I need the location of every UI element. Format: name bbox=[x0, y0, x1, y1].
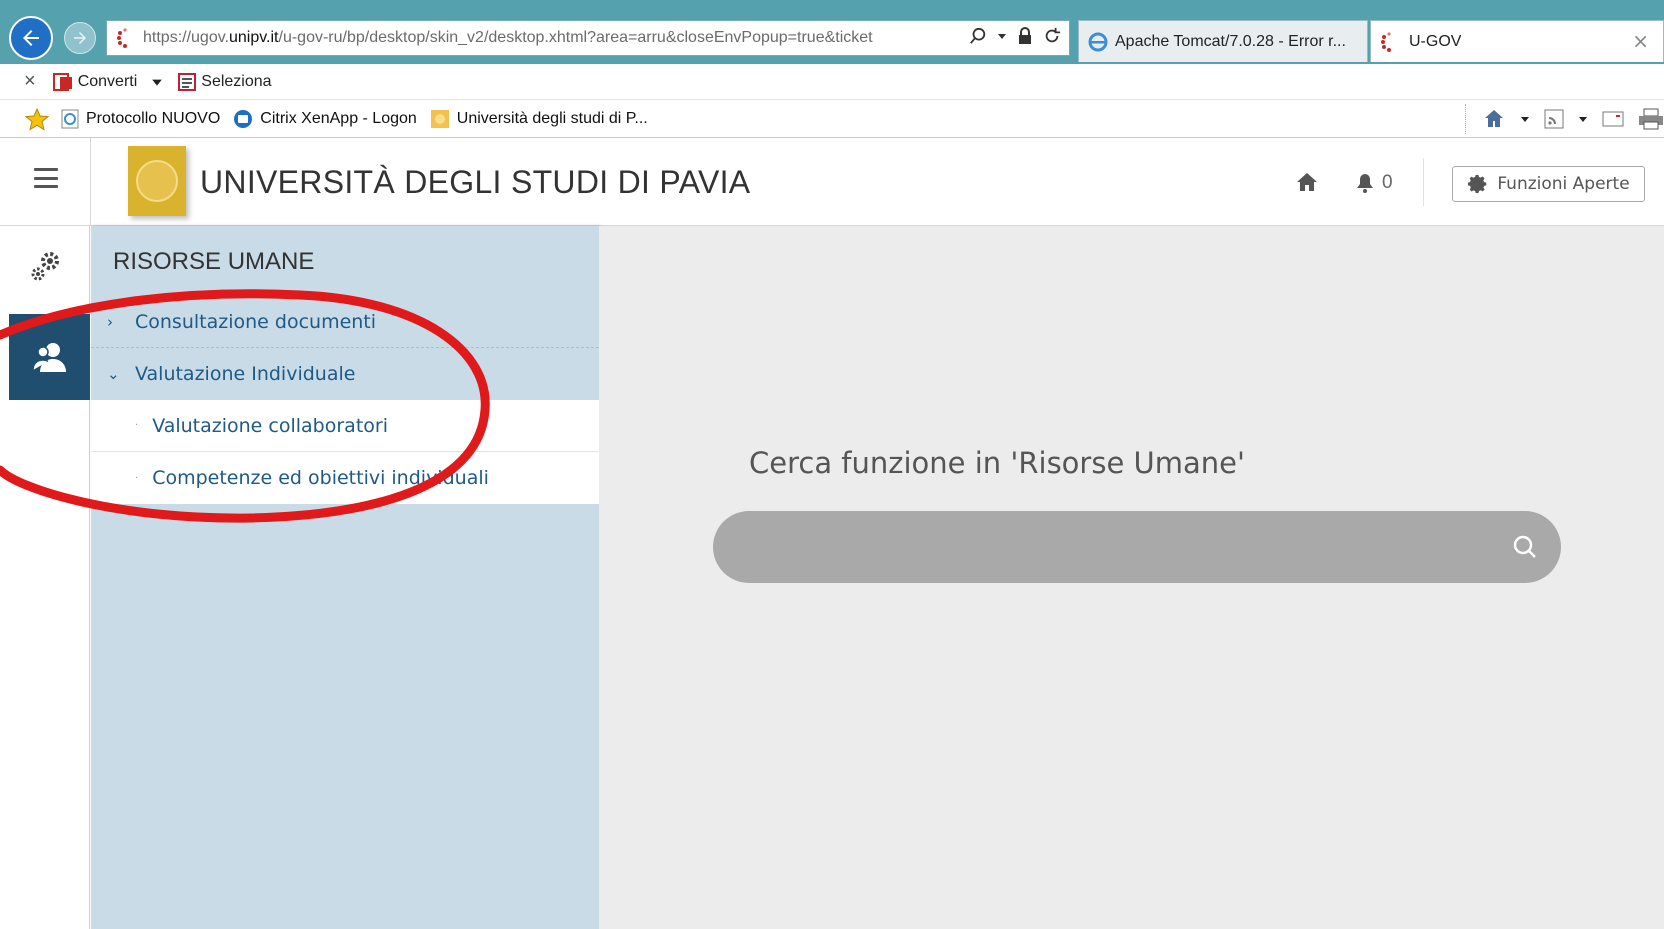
function-search-input[interactable] bbox=[713, 511, 1561, 583]
chevron-down-icon: ⌄ bbox=[107, 365, 120, 383]
search-icon[interactable] bbox=[1511, 533, 1539, 561]
side-menu: RISORSE UMANE › Consultazione documenti … bbox=[91, 226, 599, 929]
select-icon bbox=[178, 72, 197, 91]
submenu-item-label: Competenze ed obiettivi individuali bbox=[152, 467, 489, 489]
chevron-right-icon: › bbox=[107, 312, 113, 331]
ie-icon bbox=[1088, 32, 1108, 51]
bullet-icon: · bbox=[135, 420, 139, 431]
url-path: /u-gov-ru/bp/desktop/skin_v2/desktop.xht… bbox=[278, 29, 873, 46]
select-menu[interactable]: Seleziona bbox=[201, 73, 271, 91]
notification-count: 0 bbox=[1382, 172, 1393, 193]
print-icon[interactable] bbox=[1638, 108, 1664, 130]
page-title: UNIVERSITÀ DEGLI STUDI DI PAVIA bbox=[200, 164, 751, 200]
pdf-convert-icon bbox=[52, 72, 72, 91]
ie-command-icons bbox=[1465, 104, 1664, 134]
university-logo bbox=[128, 146, 186, 216]
favorite-label: Protocollo NUOVO bbox=[86, 109, 221, 127]
menu-item-valutazione-individuale[interactable]: ⌄ Valutazione Individuale bbox=[91, 348, 599, 400]
rss-feed-icon[interactable] bbox=[1544, 109, 1564, 129]
browser-tab-tomcat[interactable]: Apache Tomcat/7.0.28 - Error r... bbox=[1078, 20, 1368, 62]
tab-label: Apache Tomcat/7.0.28 - Error r... bbox=[1115, 32, 1346, 50]
university-seal-icon bbox=[136, 160, 178, 202]
favorite-universita[interactable]: Università degli studi di P... bbox=[429, 108, 648, 130]
ie-page-icon bbox=[61, 109, 79, 128]
tab-close-icon[interactable]: × bbox=[1632, 29, 1649, 53]
header-divider bbox=[90, 138, 91, 226]
favorite-citrix[interactable]: Citrix XenApp - Logon bbox=[232, 108, 417, 130]
convert-menu[interactable]: Converti bbox=[78, 73, 138, 91]
address-icons bbox=[969, 27, 1061, 45]
open-functions-button[interactable]: Funzioni Aperte bbox=[1452, 166, 1645, 202]
bell-icon bbox=[1357, 174, 1373, 193]
menu-item-label: Valutazione Individuale bbox=[135, 363, 356, 385]
url-domain: unipv.it bbox=[228, 29, 279, 46]
ugov-favicon-icon bbox=[117, 28, 127, 48]
dropdown-arrow-icon[interactable] bbox=[151, 76, 163, 88]
gears-icon[interactable] bbox=[28, 248, 64, 284]
read-mail-icon[interactable] bbox=[1602, 110, 1624, 128]
menu-item-consultazione-documenti[interactable]: › Consultazione documenti bbox=[91, 296, 599, 348]
search-icon[interactable] bbox=[969, 27, 987, 45]
forward-button[interactable] bbox=[64, 22, 96, 54]
browser-toolbar: https://ugov.unipv.it/u-gov-ru/bp/deskto… bbox=[0, 0, 1664, 64]
favorite-protocollo[interactable]: Protocollo NUOVO bbox=[60, 108, 220, 130]
app-header: UNIVERSITÀ DEGLI STUDI DI PAVIA 0 Funzio… bbox=[0, 138, 1664, 226]
dropdown-arrow-icon[interactable] bbox=[997, 31, 1007, 41]
submenu-item-competenze-obiettivi[interactable]: · Competenze ed obiettivi individuali bbox=[91, 452, 599, 504]
bullet-icon: · bbox=[135, 472, 139, 484]
tab-label: U-GOV bbox=[1409, 32, 1462, 50]
favorites-bar: Protocollo NUOVO Citrix XenApp - Logon U… bbox=[0, 100, 1664, 138]
module-rail bbox=[0, 226, 90, 929]
arrow-right-icon bbox=[74, 32, 86, 44]
submenu-item-label: Valutazione collaboratori bbox=[152, 414, 388, 437]
browser-tab-ugov[interactable]: U-GOV × bbox=[1370, 20, 1664, 62]
address-bar[interactable]: https://ugov.unipv.it/u-gov-ru/bp/deskto… bbox=[106, 20, 1070, 56]
url-subdomain: ugov. bbox=[191, 29, 229, 46]
lock-icon[interactable] bbox=[1017, 27, 1033, 45]
refresh-icon[interactable] bbox=[1043, 27, 1061, 45]
favorites-star-icon[interactable] bbox=[24, 107, 50, 131]
favorite-label: Citrix XenApp - Logon bbox=[260, 109, 417, 127]
notifications[interactable]: 0 bbox=[1356, 172, 1393, 194]
url-scheme: https:// bbox=[143, 29, 192, 46]
dropdown-arrow-icon[interactable] bbox=[1520, 114, 1530, 124]
search-heading: Cerca funzione in 'Risorse Umane' bbox=[749, 446, 1245, 480]
university-icon bbox=[430, 109, 449, 128]
header-separator bbox=[1423, 158, 1424, 206]
menu-item-label: Consultazione documenti bbox=[135, 310, 377, 333]
arrow-left-icon bbox=[23, 30, 39, 46]
open-functions-label: Funzioni Aperte bbox=[1497, 174, 1630, 194]
menu-title: RISORSE UMANE bbox=[113, 248, 315, 275]
home-icon[interactable] bbox=[1482, 107, 1506, 131]
gear-icon bbox=[1468, 174, 1487, 194]
users-icon bbox=[31, 343, 66, 372]
submenu-item-valutazione-collaboratori[interactable]: · Valutazione collaboratori bbox=[91, 400, 599, 452]
close-toolbar-icon[interactable]: × bbox=[24, 70, 36, 93]
citrix-icon bbox=[234, 109, 253, 128]
favorite-label: Università degli studi di P... bbox=[456, 109, 648, 127]
human-resources-module[interactable] bbox=[9, 314, 90, 400]
ugov-favicon-icon bbox=[1381, 31, 1391, 52]
command-bar: × Converti Seleziona bbox=[0, 64, 1664, 100]
back-button[interactable] bbox=[9, 16, 53, 60]
address-url[interactable]: https://ugov.unipv.it/u-gov-ru/bp/deskto… bbox=[143, 29, 873, 47]
hamburger-menu-icon[interactable] bbox=[34, 168, 58, 188]
dropdown-arrow-icon[interactable] bbox=[1578, 114, 1588, 124]
home-icon[interactable] bbox=[1296, 172, 1318, 192]
